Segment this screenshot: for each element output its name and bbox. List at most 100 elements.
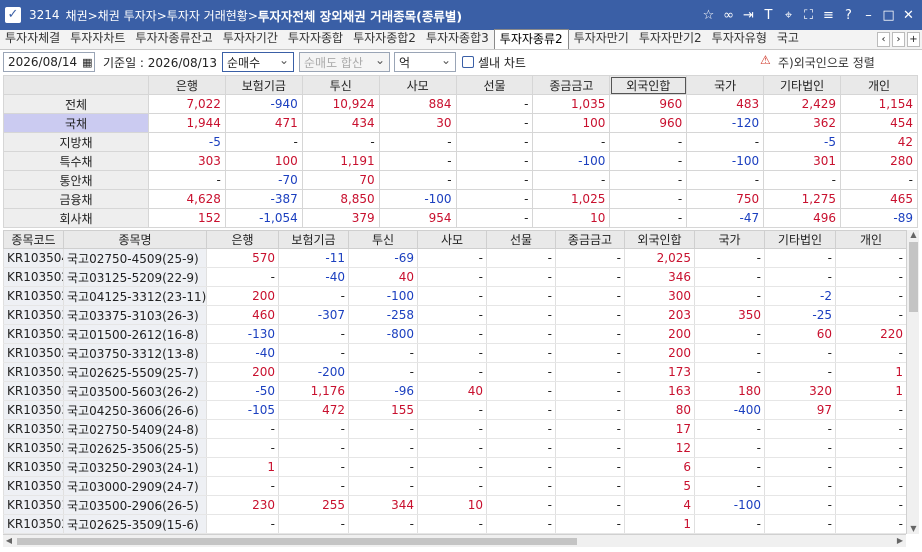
tab-item[interactable]: 투자자기간 [218, 29, 283, 49]
chevron-right-icon[interactable]: › [892, 32, 905, 47]
column-header[interactable]: 보험기금 [224, 75, 303, 95]
table-row[interactable]: KR103501GE국고03250-2903(24-1)1-----6--- [3, 457, 907, 477]
chevron-left-icon[interactable]: ‹ [877, 32, 890, 47]
tab-item[interactable]: 투자자만기 [569, 29, 634, 49]
detail-column-header[interactable]: 기타법인 [764, 230, 836, 249]
tab-item[interactable]: 투자자종류잔고 [130, 29, 217, 49]
table-row[interactable]: KR103502GE국고01500-2612(16-8)-130--800---… [3, 324, 907, 344]
column-header[interactable]: 외국인합 [609, 75, 688, 95]
scroll-right-icon[interactable]: ▶ [894, 535, 906, 547]
summary-row[interactable]: 특수채 303 100 1,191- - -100- -100 301 280 [3, 151, 918, 171]
close-icon[interactable]: ✕ [901, 8, 916, 23]
detail-column-header[interactable]: 종목코드 [3, 230, 64, 249]
table-row[interactable]: KR103502GF국고02625-5509(25-7)200-200----1… [3, 362, 907, 382]
detail-column-header[interactable]: 선물 [486, 230, 556, 249]
column-header[interactable]: 선물 [455, 75, 534, 95]
mode-select[interactable]: 순매수 [222, 52, 294, 72]
detail-column-header[interactable]: 외국인합 [624, 230, 695, 249]
detail-column-header[interactable]: 은행 [206, 230, 279, 249]
detail-column-header[interactable]: 종목명 [63, 230, 207, 249]
table-row[interactable]: KR103502GE국고02625-3506(25-5)------12--- [3, 438, 907, 458]
summary-row[interactable]: 통안채 - -70 70- - - - - - - [3, 170, 918, 190]
scroll-down-icon[interactable]: ▼ [907, 524, 920, 534]
menu-icon[interactable]: ≡ [821, 8, 836, 23]
table-row[interactable]: KR103502GF국고03125-5209(22-9)--4040---346… [3, 267, 907, 287]
sum-mode-select[interactable]: 순매도 합산 [299, 52, 390, 72]
row-label[interactable]: 회사채 [3, 208, 149, 228]
summary-row[interactable]: 국채 1,944 471 434 30-100 960 -120 362 454 [3, 113, 918, 133]
star-icon[interactable]: ☆ [701, 8, 716, 23]
cell-chart-label: 셀내 차트 [478, 56, 526, 70]
font-size-icon[interactable]: T [761, 8, 776, 23]
detail-cell: 570 [206, 248, 279, 268]
cell-chart-checkbox[interactable] [462, 56, 474, 68]
unit-select[interactable]: 억 [394, 52, 456, 72]
summary-row[interactable]: 지방채 -5- - - - - - - -5 42 [3, 132, 918, 152]
scroll-up-icon[interactable]: ▲ [907, 230, 920, 240]
table-row[interactable]: KR103501GE국고03500-2906(26-5)23025534410-… [3, 495, 907, 515]
date-input[interactable]: 2026/08/14 ▦ [3, 52, 95, 72]
calendar-icon[interactable]: ▦ [82, 56, 92, 69]
vertical-scrollbar[interactable]: ▲ ▼ [906, 230, 919, 534]
tab-item[interactable]: 투자자종합2 [348, 29, 421, 49]
summary-row[interactable]: 금융채 4,628 -387 8,850 -100-1,025-750 1,275 465 [3, 189, 918, 209]
table-row[interactable]: KR103503GE국고04250-3606(26-6)-105472155--… [3, 400, 907, 420]
tab-item[interactable]: 투자자유형 [707, 29, 772, 49]
summary-row[interactable]: 전체 7,022 -940 10,924 884-1,035 960 483 2,429 1,1… [3, 94, 918, 114]
tab-item[interactable]: 국고 [772, 29, 804, 49]
tab-item[interactable]: 투자자종합 [283, 29, 348, 49]
column-header[interactable]: 은행 [148, 75, 226, 95]
maximize-icon[interactable]: □ [881, 8, 896, 23]
column-header[interactable]: 투신 [301, 75, 380, 95]
link-icon[interactable]: ∞ [721, 8, 736, 23]
minimize-icon[interactable]: – [861, 8, 876, 23]
column-header[interactable]: 개인 [840, 75, 918, 95]
table-row[interactable]: KR103503GE국고03375-3103(26-3)460-307-258-… [3, 305, 907, 325]
vertical-scroll-thumb[interactable] [909, 242, 918, 312]
detail-cell: 1 [624, 514, 695, 534]
add-tab-icon[interactable]: + [907, 32, 920, 47]
summary-cell: - [609, 151, 688, 171]
tab-item[interactable]: 투자자종합3 [421, 29, 494, 49]
pin-icon[interactable]: ⌖ [781, 8, 796, 23]
column-header[interactable]: 국가 [686, 75, 765, 95]
horizontal-scroll-thumb[interactable] [17, 538, 577, 545]
table-row[interactable]: KR103501GF국고03500-5603(26-2)-501,176-964… [3, 381, 907, 401]
table-row[interactable]: KR103502GE국고02625-3509(15-6)------1--- [3, 514, 907, 534]
fullscreen-icon[interactable]: ⛶ [801, 8, 816, 23]
horizontal-scrollbar[interactable]: ◀ ▶ [3, 534, 906, 547]
screen-code: 3214 [29, 8, 60, 22]
row-label[interactable]: 국채 [3, 113, 149, 133]
tab-item[interactable]: 투자자체결 [0, 29, 65, 49]
column-header[interactable]: 종금금고 [532, 75, 611, 95]
summary-row[interactable]: 회사채 152 -1,054 379 954-10- -47 496 -89 [3, 208, 918, 228]
detail-column-header[interactable]: 보험기금 [278, 230, 349, 249]
row-label[interactable]: 금융채 [3, 189, 149, 209]
row-label[interactable]: 통안채 [3, 170, 149, 190]
detail-column-header[interactable]: 종금금고 [555, 230, 625, 249]
export-icon[interactable]: ⇥ [741, 8, 756, 23]
table-row[interactable]: KR103504GF국고02750-4509(25-9)570-11-69---… [3, 248, 907, 268]
column-header[interactable]: 사모 [378, 75, 457, 95]
detail-column-header[interactable]: 개인 [835, 230, 907, 249]
table-row[interactable]: KR103502GE국고04125-3312(23-11)200--100---… [3, 286, 907, 306]
detail-column-header[interactable]: 사모 [417, 230, 487, 249]
summary-cell: 483 [686, 94, 765, 114]
help-icon[interactable]: ? [841, 8, 856, 23]
table-row[interactable]: KR103502GD국고03750-3312(13-8)-40-----200-… [3, 343, 907, 363]
row-label[interactable]: 특수채 [3, 151, 149, 171]
row-label[interactable]: 지방채 [3, 132, 149, 152]
scroll-left-icon[interactable]: ◀ [3, 535, 15, 547]
detail-cell: - [764, 495, 836, 515]
table-row[interactable]: KR103502GF국고02750-5409(24-8)------17--- [3, 419, 907, 439]
tab-item[interactable]: 투자자차트 [65, 29, 130, 49]
row-label[interactable]: 전체 [3, 94, 149, 114]
detail-cell: - [417, 438, 487, 458]
window-check-icon[interactable]: ✓ [5, 7, 21, 23]
tab-item[interactable]: 투자자종류2 [493, 29, 569, 49]
detail-column-header[interactable]: 투신 [348, 230, 418, 249]
detail-column-header[interactable]: 국가 [694, 230, 765, 249]
table-row[interactable]: KR103501GE국고03000-2909(24-7)------5--- [3, 476, 907, 496]
tab-item[interactable]: 투자자만기2 [634, 29, 707, 49]
column-header[interactable]: 기타법인 [763, 75, 842, 95]
